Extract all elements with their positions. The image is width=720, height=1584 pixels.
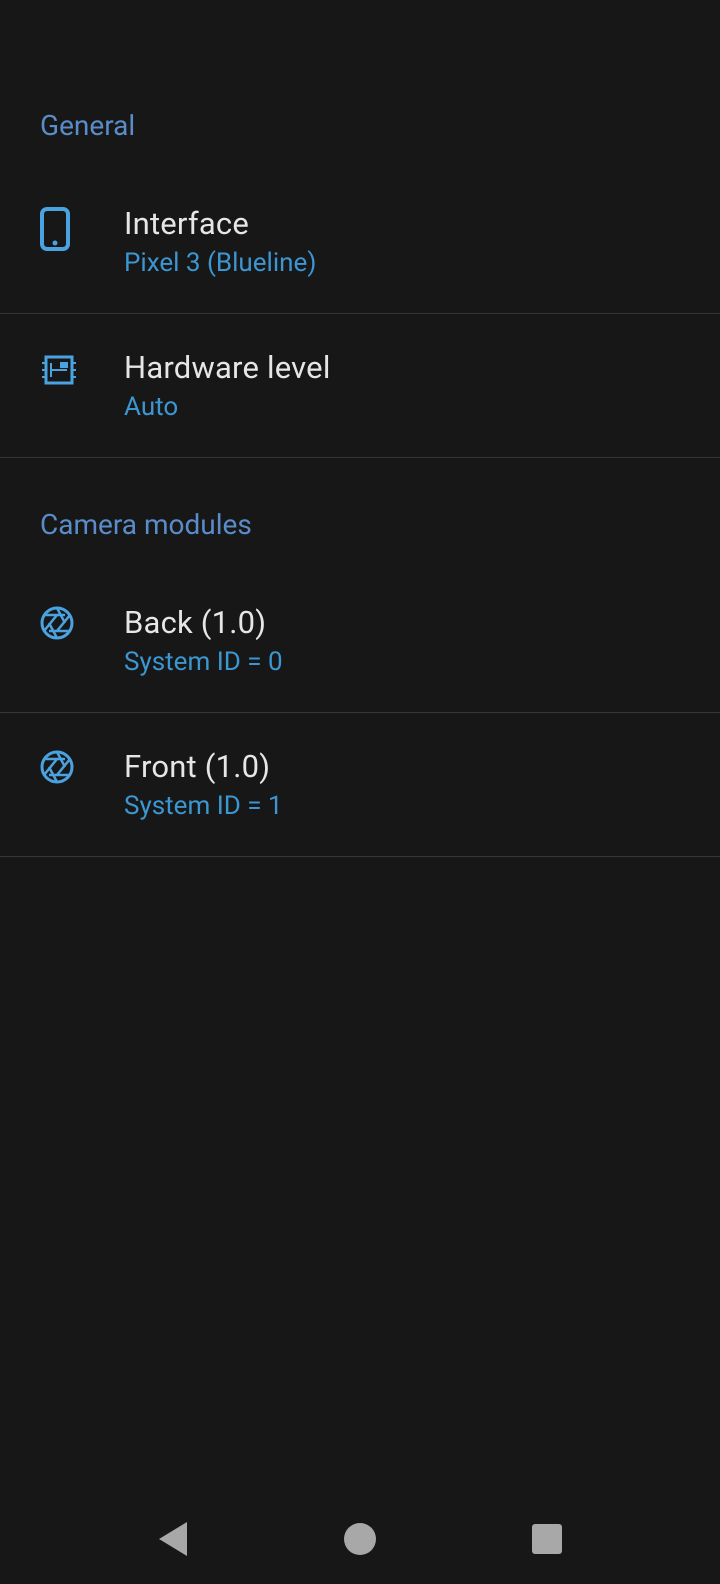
chip-icon (40, 349, 124, 389)
phone-icon (40, 205, 124, 251)
aperture-icon (40, 748, 124, 784)
aperture-icon (40, 604, 124, 640)
setting-camera-back-text: Back (1.0) System ID = 0 (124, 604, 696, 677)
setting-hardware-sub: Auto (124, 392, 696, 422)
setting-camera-front-text: Front (1.0) System ID = 1 (124, 748, 696, 821)
setting-camera-back-title: Back (1.0) (124, 604, 696, 641)
nav-home-button[interactable] (300, 1509, 420, 1569)
section-header-general: General (0, 95, 720, 160)
setting-interface-sub: Pixel 3 (Blueline) (124, 248, 696, 278)
setting-interface-title: Interface (124, 205, 696, 242)
settings-content: General Interface Pixel 3 (Blueline) (0, 0, 720, 857)
setting-interface-text: Interface Pixel 3 (Blueline) (124, 205, 696, 278)
setting-interface[interactable]: Interface Pixel 3 (Blueline) (0, 160, 720, 314)
recent-square-icon (532, 1524, 562, 1554)
setting-camera-front-sub: System ID = 1 (124, 791, 696, 821)
setting-camera-back-sub: System ID = 0 (124, 647, 696, 677)
nav-recent-button[interactable] (487, 1509, 607, 1569)
nav-back-button[interactable] (113, 1509, 233, 1569)
android-navbar (0, 1494, 720, 1584)
setting-hardware-title: Hardware level (124, 349, 696, 386)
section-header-camera: Camera modules (0, 458, 720, 559)
setting-camera-front-title: Front (1.0) (124, 748, 696, 785)
home-circle-icon (344, 1523, 376, 1555)
setting-camera-front[interactable]: Front (1.0) System ID = 1 (0, 713, 720, 857)
setting-hardware-level[interactable]: Hardware level Auto (0, 314, 720, 458)
setting-hardware-text: Hardware level Auto (124, 349, 696, 422)
back-triangle-icon (159, 1522, 187, 1556)
setting-camera-back[interactable]: Back (1.0) System ID = 0 (0, 559, 720, 713)
